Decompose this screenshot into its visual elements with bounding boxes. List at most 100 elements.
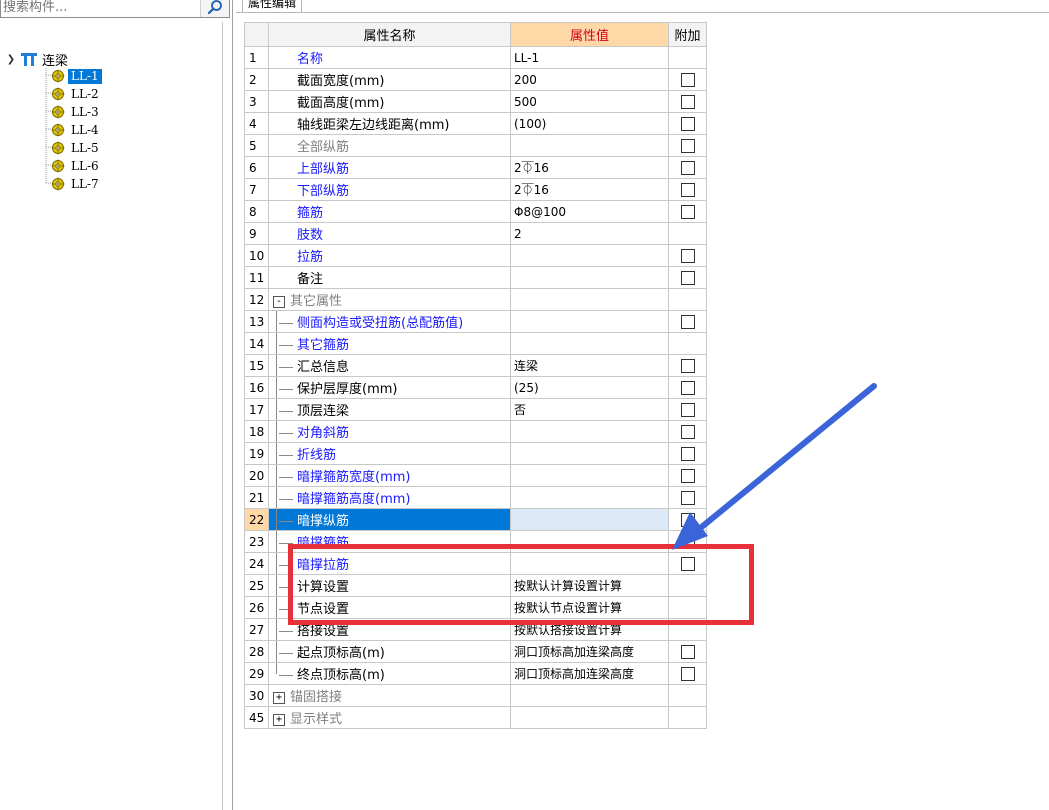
table-row[interactable]: 7 下部纵筋 2⏁16	[244, 178, 707, 201]
property-name-cell[interactable]: 备注	[268, 266, 511, 289]
table-row[interactable]: 24 暗撑拉筋	[244, 552, 707, 575]
property-name-cell[interactable]: 暗撑纵筋	[268, 508, 511, 531]
property-value-cell[interactable]	[510, 508, 669, 531]
property-value-cell[interactable]: 按默认搭接设置计算	[510, 618, 669, 641]
property-value-cell[interactable]	[510, 288, 669, 311]
extra-checkbox[interactable]	[680, 512, 695, 527]
table-row[interactable]: 12- 其它属性	[244, 288, 707, 311]
table-row[interactable]: 8 箍筋 Φ8@100	[244, 200, 707, 223]
table-row[interactable]: 14 其它箍筋	[244, 332, 707, 355]
extra-cell[interactable]	[668, 486, 707, 509]
property-value-cell[interactable]	[510, 420, 669, 443]
tree-item[interactable]: LL-6	[50, 158, 102, 174]
extra-checkbox[interactable]	[680, 94, 695, 109]
extra-cell[interactable]	[668, 200, 707, 223]
property-name-cell[interactable]: 肢数	[268, 222, 511, 245]
property-value-cell[interactable]	[510, 706, 669, 729]
table-row[interactable]: 29 终点顶标高(m) 洞口顶标高加连梁高度	[244, 662, 707, 685]
property-value-cell[interactable]: 2	[510, 222, 669, 245]
property-name-cell[interactable]: - 其它属性	[268, 288, 511, 311]
property-value-cell[interactable]	[510, 442, 669, 465]
tree-item[interactable]: LL-4	[50, 122, 102, 138]
table-row[interactable]: 3 截面高度(mm) 500	[244, 90, 707, 113]
table-row[interactable]: 4 轴线距梁左边线距离(mm) (100)	[244, 112, 707, 135]
property-value-cell[interactable]: 洞口顶标高加连梁高度	[510, 640, 669, 663]
table-row[interactable]: 16 保护层厚度(mm) (25)	[244, 376, 707, 399]
extra-cell[interactable]	[668, 68, 707, 91]
table-row[interactable]: 18 对角斜筋	[244, 420, 707, 443]
property-name-cell[interactable]: 节点设置	[268, 596, 511, 619]
property-name-cell[interactable]: 搭接设置	[268, 618, 511, 641]
extra-checkbox[interactable]	[680, 182, 695, 197]
extra-checkbox[interactable]	[680, 160, 695, 175]
tree-item[interactable]: LL-3	[50, 104, 102, 120]
tree-item[interactable]: LL-1	[50, 68, 102, 84]
extra-checkbox[interactable]	[680, 556, 695, 571]
property-name-cell[interactable]: 名称	[268, 46, 511, 69]
property-value-cell[interactable]	[510, 266, 669, 289]
extra-cell[interactable]	[668, 508, 707, 531]
tree-item[interactable]: LL-7	[50, 176, 102, 192]
tree-group-row[interactable]: ❯ 连梁	[4, 50, 204, 69]
property-value-cell[interactable]: 2⏁16	[510, 156, 669, 179]
table-row[interactable]: 28 起点顶标高(m) 洞口顶标高加连梁高度	[244, 640, 707, 663]
extra-cell[interactable]	[668, 640, 707, 663]
property-name-cell[interactable]: 暗撑箍筋高度(mm)	[268, 486, 511, 509]
extra-cell[interactable]	[668, 552, 707, 575]
property-name-cell[interactable]: + 显示样式	[268, 706, 511, 729]
table-row[interactable]: 30 + 锚固搭接	[244, 684, 707, 707]
property-value-cell[interactable]	[510, 244, 669, 267]
extra-checkbox[interactable]	[680, 138, 695, 153]
extra-cell[interactable]	[668, 134, 707, 157]
tree-item[interactable]: LL-5	[50, 140, 102, 156]
extra-cell[interactable]	[668, 662, 707, 685]
property-name-cell[interactable]: 暗撑箍筋宽度(mm)	[268, 464, 511, 487]
extra-cell[interactable]	[668, 244, 707, 267]
property-value-cell[interactable]: LL-1	[510, 46, 669, 69]
table-row[interactable]: 22 暗撑纵筋	[244, 508, 707, 531]
extra-checkbox[interactable]	[680, 666, 695, 681]
property-value-cell[interactable]: Φ8@100	[510, 200, 669, 223]
extra-checkbox[interactable]	[680, 204, 695, 219]
table-row[interactable]: 27 搭接设置 按默认搭接设置计算	[244, 618, 707, 641]
property-value-cell[interactable]	[510, 684, 669, 707]
extra-cell[interactable]	[668, 530, 707, 553]
property-value-cell[interactable]	[510, 332, 669, 355]
extra-cell[interactable]	[668, 156, 707, 179]
table-row[interactable]: 20 暗撑箍筋宽度(mm)	[244, 464, 707, 487]
table-row[interactable]: 15 汇总信息 连梁	[244, 354, 707, 377]
table-row[interactable]: 9 肢数 2	[244, 222, 707, 245]
extra-checkbox[interactable]	[680, 380, 695, 395]
extra-cell[interactable]	[668, 464, 707, 487]
table-row[interactable]: 21 暗撑箍筋高度(mm)	[244, 486, 707, 509]
property-value-cell[interactable]: 洞口顶标高加连梁高度	[510, 662, 669, 685]
property-value-cell[interactable]: 2⏁16	[510, 178, 669, 201]
extra-checkbox[interactable]	[680, 490, 695, 505]
extra-cell[interactable]	[668, 442, 707, 465]
chevron-down-icon[interactable]: ❯	[4, 54, 18, 65]
property-name-cell[interactable]: 顶层连梁	[268, 398, 511, 421]
property-name-cell[interactable]: 全部纵筋	[268, 134, 511, 157]
property-name-cell[interactable]: 箍筋	[268, 200, 511, 223]
property-name-cell[interactable]: 截面宽度(mm)	[268, 68, 511, 91]
table-row[interactable]: 17 顶层连梁 否	[244, 398, 707, 421]
property-name-cell[interactable]: 暗撑箍筋	[268, 530, 511, 553]
collapse-icon[interactable]: -	[273, 295, 285, 308]
table-row[interactable]: 6 上部纵筋 2⏁16	[244, 156, 707, 179]
extra-checkbox[interactable]	[680, 72, 695, 87]
property-value-cell[interactable]	[510, 464, 669, 487]
property-name-cell[interactable]: 折线筋	[268, 442, 511, 465]
extra-cell[interactable]	[668, 376, 707, 399]
property-value-cell[interactable]	[510, 486, 669, 509]
table-row[interactable]: 11 备注	[244, 266, 707, 289]
extra-checkbox[interactable]	[680, 534, 695, 549]
property-value-cell[interactable]: (100)	[510, 112, 669, 135]
table-row[interactable]: 13 侧面构造或受扭筋(总配筋值)	[244, 310, 707, 333]
search-input[interactable]	[3, 0, 199, 15]
table-row[interactable]: 10 拉筋	[244, 244, 707, 267]
property-name-cell[interactable]: 上部纵筋	[268, 156, 511, 179]
property-value-cell[interactable]: 按默认计算设置计算	[510, 574, 669, 597]
expand-icon[interactable]: +	[273, 691, 285, 704]
property-name-cell[interactable]: 轴线距梁左边线距离(mm)	[268, 112, 511, 135]
extra-cell[interactable]	[668, 90, 707, 113]
